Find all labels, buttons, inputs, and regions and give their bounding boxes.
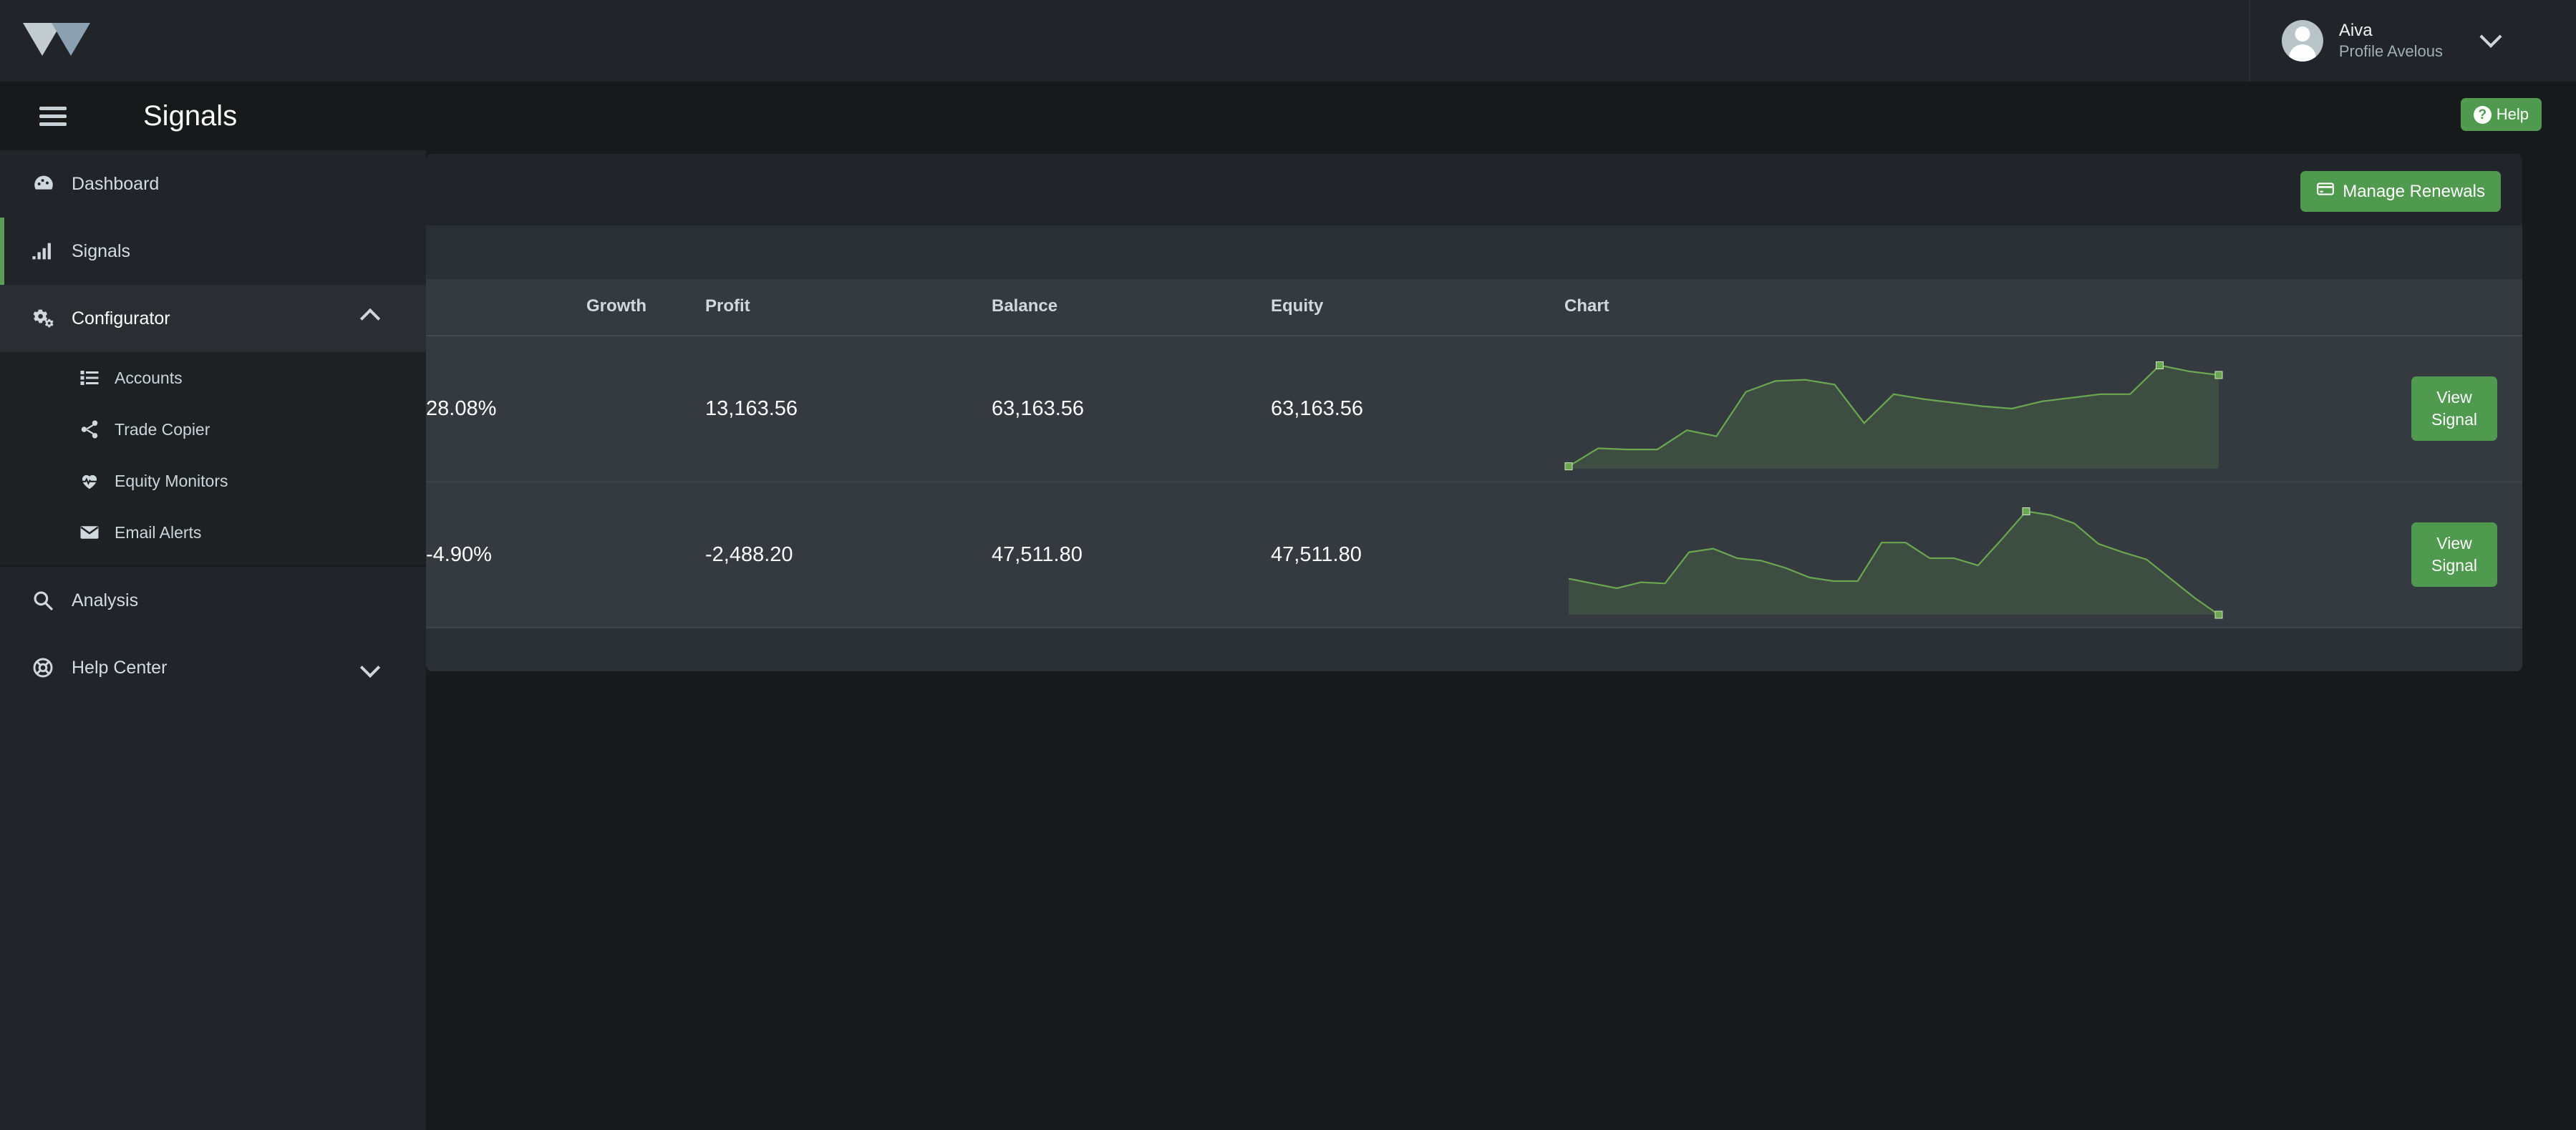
chevron-up-icon[interactable] [359,308,381,329]
top-bar: Aiva Profile Avelous [0,0,2576,82]
sidebar-item-signals[interactable]: Signals [0,218,426,285]
card-filter-band [426,225,2522,279]
user-avatar-icon [2281,20,2323,62]
signal-bars-icon [32,239,72,263]
table-header-row: Growth Profit Balance Equity Chart [426,279,2522,336]
column-header-equity[interactable]: Equity [1271,279,1564,336]
view-signal-button[interactable]: View Signal [2411,522,2497,588]
cell-action: View Signal [2386,336,2522,482]
help-button-label: Help [2496,105,2529,123]
sidebar-item-trade-copier-label: Trade Copier [115,419,210,439]
lifebuoy-icon [32,656,72,679]
dashboard-gauge-icon [32,172,72,196]
credit-card-icon [2316,180,2335,203]
sidebar-item-configurator-label: Configurator [72,308,170,328]
cell-growth: -4.90% [426,482,705,628]
page-header: Signals [0,82,2576,150]
card-toolbar: Manage Renewals [426,154,2522,225]
list-icon [79,367,115,389]
table-row[interactable]: -4.90% -2,488.20 47,511.80 47,511.80 Vie… [426,482,2522,628]
signals-card: Manage Renewals Growth Profit Balance Eq… [426,154,2522,671]
configurator-submenu: Accounts Trade Copier Equity Monitors Em… [0,352,426,565]
profile-text: Aiva Profile Avelous [2339,20,2443,62]
profile-subtitle: Profile Avelous [2338,42,2443,61]
profile-menu[interactable]: Aiva Profile Avelous [2248,0,2502,82]
sidebar-item-accounts-label: Accounts [115,368,183,387]
cell-action: View Signal [2386,482,2522,628]
manage-renewals-button[interactable]: Manage Renewals [2300,171,2501,212]
table-row[interactable]: 28.08% 13,163.56 63,163.56 63,163.56 Vie… [426,336,2522,482]
cell-chart [1564,336,2386,482]
sidebar-item-trade-copier[interactable]: Trade Copier [0,404,426,455]
page-title: Signals [143,99,238,132]
help-button[interactable]: ? Help [2460,98,2542,131]
cell-balance: 63,163.56 [992,336,1271,482]
sidebar: Dashboard Signals Configurator Accounts … [0,150,426,1130]
envelope-icon [79,522,115,543]
hamburger-menu-icon[interactable] [39,102,67,130]
table-header: Growth Profit Balance Equity Chart [426,279,2522,336]
chevron-down-icon[interactable] [2479,25,2502,48]
share-nodes-icon [79,419,115,440]
cell-profit: 13,163.56 [705,336,992,482]
sidebar-item-help-center-label: Help Center [72,657,168,678]
column-header-growth[interactable]: Growth [426,279,705,336]
signals-table: Growth Profit Balance Equity Chart 28.08… [426,279,2522,628]
sidebar-item-accounts[interactable]: Accounts [0,352,426,404]
sparkline-chart-row-2 [1564,507,2223,619]
sidebar-item-configurator[interactable]: Configurator [0,285,426,352]
sidebar-item-email-alerts-label: Email Alerts [115,522,202,542]
table-body: 28.08% 13,163.56 63,163.56 63,163.56 Vie… [426,336,2522,628]
question-circle-icon: ? [2473,105,2492,124]
profile-name: Aiva [2338,21,2373,41]
column-header-balance[interactable]: Balance [992,279,1271,336]
sparkline-chart-row-1 [1564,361,2223,471]
sidebar-item-help-center[interactable]: Help Center [0,634,426,701]
cell-growth: 28.08% [426,336,705,482]
sidebar-item-equity-monitors-label: Equity Monitors [115,471,228,490]
column-header-chart[interactable]: Chart [1564,279,2386,336]
view-signal-button[interactable]: View Signal [2411,376,2497,442]
cell-balance: 47,511.80 [992,482,1271,628]
column-header-profit[interactable]: Profit [705,279,992,336]
sidebar-item-signals-label: Signals [72,240,130,261]
card-footer [426,628,2522,671]
chevron-down-icon[interactable] [359,657,381,678]
sidebar-item-analysis[interactable]: Analysis [0,567,426,634]
w-logo[interactable] [23,17,90,60]
main-content: Manage Renewals Growth Profit Balance Eq… [426,150,2576,1130]
cell-chart [1564,482,2386,628]
gears-icon [32,306,72,331]
sidebar-item-analysis-label: Analysis [72,590,139,610]
manage-renewals-label: Manage Renewals [2343,181,2485,201]
sidebar-item-email-alerts[interactable]: Email Alerts [0,507,426,558]
cell-equity: 63,163.56 [1271,336,1564,482]
search-magnifier-icon [32,589,72,612]
cell-equity: 47,511.80 [1271,482,1564,628]
column-header-actions [2386,279,2522,336]
logo-triangle-right [52,23,90,56]
sidebar-item-dashboard-label: Dashboard [72,173,160,194]
heart-pulse-icon [79,470,115,492]
sidebar-item-dashboard[interactable]: Dashboard [0,150,426,218]
cell-profit: -2,488.20 [705,482,992,628]
sidebar-item-equity-monitors[interactable]: Equity Monitors [0,455,426,507]
